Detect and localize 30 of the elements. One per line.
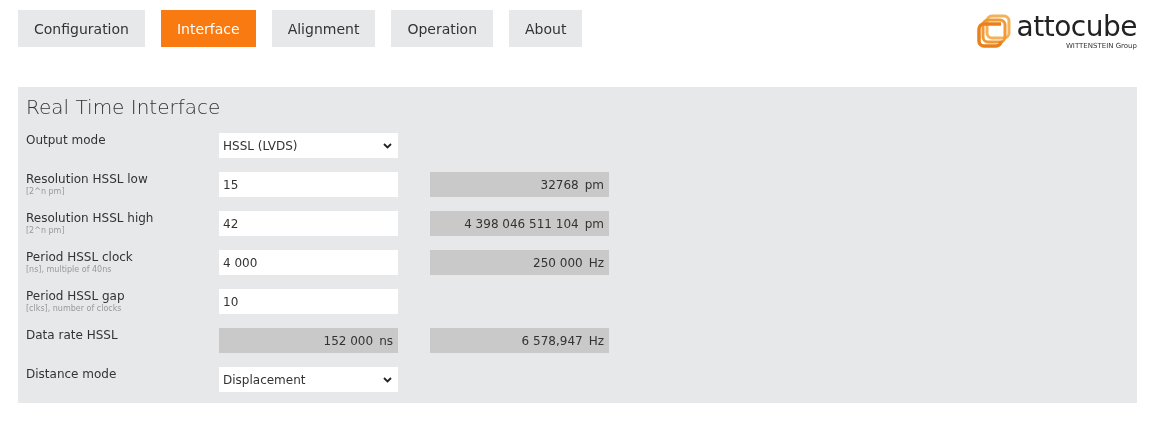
nav-tab[interactable]: About <box>509 10 583 47</box>
readout-display: 250 000 Hz <box>430 250 609 275</box>
nav-tab[interactable]: Configuration <box>18 10 145 47</box>
field-label: Period HSSL gap <box>26 289 126 304</box>
panel-title: Real Time Interface <box>26 95 222 119</box>
readout-display: 152 000 ns <box>219 328 398 353</box>
input-field[interactable]: 10 <box>219 289 398 314</box>
field-hint: [2^n pm] <box>26 187 66 197</box>
nav-tab[interactable]: Operation <box>391 10 494 47</box>
field-label: Resolution HSSL high <box>26 211 155 226</box>
readout-display: 4 398 046 511 104 pm <box>430 211 609 236</box>
input-field[interactable]: 15 <box>219 172 398 197</box>
readout-display: 6 578,947 Hz <box>430 328 609 353</box>
chevron-down-icon <box>383 142 392 149</box>
field-label: Output mode <box>26 133 107 148</box>
field-label: Resolution HSSL low <box>26 172 149 187</box>
field-hint: [ns], multiple of 40ns <box>26 265 113 275</box>
readout-display: 32768 pm <box>430 172 609 197</box>
dropdown[interactable]: HSSL (LVDS) <box>219 133 398 158</box>
chevron-down-icon <box>383 376 392 383</box>
field-hint: [clks], number of clocks <box>26 304 123 314</box>
nav-tab[interactable]: Alignment <box>271 10 376 47</box>
dropdown[interactable]: Displacement <box>219 367 398 392</box>
field-label: Period HSSL clock <box>26 250 134 265</box>
logo-wordmark: attocube <box>1016 12 1137 42</box>
input-field[interactable]: 4 000 <box>219 250 398 275</box>
input-field[interactable]: 42 <box>219 211 398 236</box>
field-hint: [2^n pm] <box>26 226 66 236</box>
field-label: Distance mode <box>26 367 118 382</box>
field-label: Data rate HSSL <box>26 328 119 343</box>
